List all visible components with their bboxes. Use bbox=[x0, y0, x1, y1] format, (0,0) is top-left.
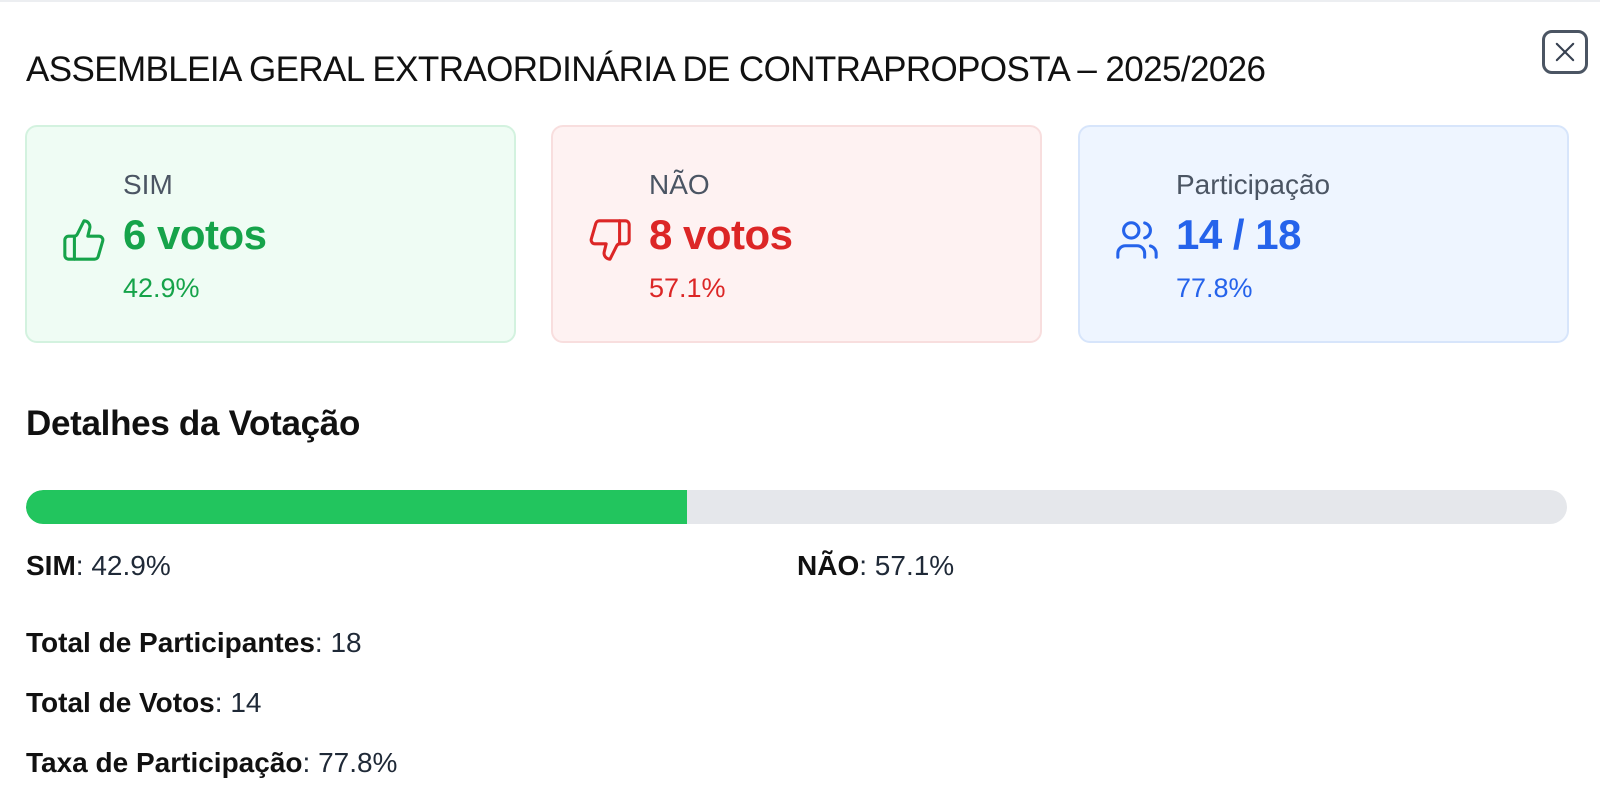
stat-value: 77.8% bbox=[318, 747, 398, 778]
nao-votes-value: 8 votos bbox=[649, 211, 793, 258]
sim-percent: 42.9% bbox=[123, 273, 200, 303]
sim-legend: SIM: 42.9% bbox=[26, 550, 171, 581]
stat-total-votes: Total de Votos: 14 bbox=[26, 687, 262, 718]
participation-card-label: Participação bbox=[1176, 169, 1331, 200]
nao-legend-value: 57.1% bbox=[874, 550, 955, 581]
participation-value: 14 / 18 bbox=[1176, 211, 1301, 258]
thumbs-down-icon bbox=[589, 219, 631, 261]
details-title: Detalhes da Votação bbox=[26, 404, 361, 443]
stat-label: Total de Votos bbox=[26, 687, 215, 718]
sim-legend-label: SIM bbox=[26, 550, 76, 581]
stat-value: 18 bbox=[330, 627, 362, 658]
modal-top-border bbox=[0, 0, 1600, 2]
thumbs-up-icon bbox=[63, 219, 105, 261]
sim-card-label: SIM bbox=[123, 169, 173, 200]
stat-total-participants: Total de Participantes: 18 bbox=[26, 627, 362, 658]
vote-progress-fill bbox=[26, 490, 688, 524]
stat-participation-rate: Taxa de Participação: 77.8% bbox=[26, 747, 398, 778]
sim-votes-value: 6 votos bbox=[123, 211, 267, 258]
nao-legend-label: NÃO bbox=[797, 550, 860, 581]
nao-card: NÃO 8 votos 57.1% bbox=[551, 125, 1042, 343]
nao-legend: NÃO: 57.1% bbox=[797, 550, 955, 581]
close-button[interactable] bbox=[1542, 30, 1588, 74]
sim-legend-value: 42.9% bbox=[91, 550, 171, 581]
participation-percent: 77.8% bbox=[1176, 273, 1253, 303]
sim-card: SIM 6 votos 42.9% bbox=[25, 125, 516, 343]
participation-card: Participação 14 / 18 77.8% bbox=[1078, 125, 1569, 343]
nao-card-label: NÃO bbox=[649, 169, 710, 200]
vote-progress-bar bbox=[26, 490, 1567, 524]
stat-label: Taxa de Participação bbox=[26, 747, 303, 778]
users-icon bbox=[1116, 221, 1158, 259]
close-icon bbox=[1555, 42, 1575, 62]
stat-value: 14 bbox=[230, 687, 262, 718]
nao-percent: 57.1% bbox=[649, 273, 726, 303]
modal-title: ASSEMBLEIA GERAL EXTRAORDINÁRIA DE CONTR… bbox=[26, 50, 1266, 89]
stat-label: Total de Participantes bbox=[26, 627, 315, 658]
